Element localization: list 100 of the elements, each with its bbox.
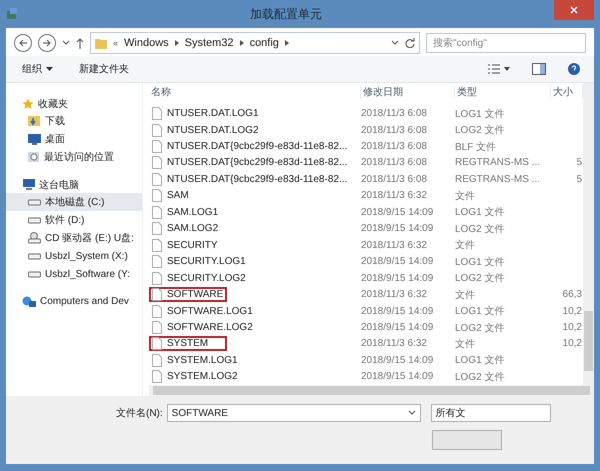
file-icon [152,304,162,318]
file-name-cell[interactable]: SAM.LOG2 [149,221,361,236]
type-cell-text: BLF 文件 [455,140,498,154]
column-header[interactable]: 名称 [149,84,361,99]
highlight-frame[interactable]: SOFTWARE [149,287,227,302]
file-icon [152,107,162,120]
vertical-scrollbar[interactable] [583,83,594,385]
size-cell-text: 10,2 [562,306,583,317]
sidebar-item[interactable]: 本地磁盘 (C:) [6,193,142,211]
file-name-cell[interactable]: NTUSER.DAT{9cbc29f9-e83d-11e8-82... [149,139,361,154]
file-name-cell[interactable]: NTUSER.DAT.LOG1 [149,106,361,122]
file-icon [152,206,162,219]
column-header[interactable]: 类型 [455,84,551,99]
drive-icon [28,216,41,224]
type-cell-text: 文件 [455,238,476,252]
sidebar-item[interactable]: 下载 [6,112,142,130]
up-arrow-icon[interactable] [76,38,84,48]
breadcrumb[interactable]: System32 [184,37,234,49]
date-cell-text: 2018/11/3 6:08 [361,108,428,120]
file-name-cell[interactable]: SYSTEM.LOG1 [149,352,361,368]
recent-icon [28,151,40,163]
file-name-cell[interactable]: SAM.LOG1 [149,204,361,220]
back-arrow-icon [18,39,28,47]
help-icon[interactable] [568,63,580,75]
type-cell-text: LOG2 文件 [455,322,506,335]
file-icon [152,288,162,302]
sidebar-group[interactable]: 收藏夹 [6,95,142,112]
sidebar-item[interactable]: 软件 (D:) [6,211,142,229]
date-cell-text: 2018/9/15 14:09 [361,371,434,382]
chevron-down-icon [408,410,416,416]
file-name-cell[interactable]: NTUSER.DAT{9cbc29f9-e83d-11e8-82... [149,155,361,170]
sidebar-group[interactable]: 这台电脑 [6,176,142,193]
column-header[interactable]: 修改日期 [361,84,455,99]
network-icon [22,296,36,308]
date-cell-text: 2018/9/15 14:09 [361,354,434,366]
file-name-cell[interactable]: SOFTWARE.LOG1 [149,304,361,319]
file-name-cell[interactable]: SYSTEM.LOG2 [149,369,361,384]
type-cell-text: LOG1 文件 [455,256,506,269]
back-button[interactable] [14,34,32,52]
type-cell-text: LOG2 文件 [455,222,506,236]
monitor-icon [28,134,41,144]
horizontal-scrollbar[interactable] [149,385,594,396]
sidebar-item[interactable]: Usbzl_System (X:) [6,247,142,265]
chevron-down-icon [391,40,399,46]
filetype-dropdown[interactable]: 所有文 [430,404,551,422]
file-name-cell[interactable]: NTUSER.DAT.LOG2 [149,122,361,138]
breadcrumb[interactable]: Windows [124,37,169,49]
type-cell-text: REGTRANS-MS ... [455,174,542,185]
size-cell-text: 66,3 [562,289,583,300]
date-cell-text: 2018/9/15 14:09 [361,322,434,334]
organize-menu-button[interactable]: 组织 [20,60,55,78]
date-cell-text: 2018/11/3 6:32 [361,289,428,300]
sidebar-group[interactable]: Computers and Dev [6,293,142,310]
forward-button[interactable] [38,34,56,52]
highlight-frame[interactable]: SYSTEM [149,336,227,352]
folder-icon [95,37,107,49]
file-name-cell[interactable]: SECURITY [149,238,361,253]
date-cell-text: 2018/11/3 6:08 [361,174,428,185]
window-title: 加载配置单元 [249,6,323,22]
filename-field[interactable]: SOFTWARE [166,404,421,422]
overflow-chevron[interactable]: « [113,38,118,48]
date-cell-text: 2018/9/15 14:09 [361,223,434,234]
file-icon [152,124,162,137]
star-icon [22,98,34,110]
date-cell-text: 2018/9/15 14:09 [361,306,434,317]
type-cell-text: LOG1 文件 [455,304,506,318]
sidebar-item[interactable]: CD 驱动器 (E:) U盘: [6,229,142,247]
computer-icon [22,178,35,190]
drive-icon [28,252,41,260]
drive-icon [28,198,41,206]
date-cell-text: 2018/11/3 6:08 [361,141,428,152]
file-icon [152,238,162,252]
refresh-icon[interactable] [405,38,415,48]
file-name-cell[interactable]: SAM [149,188,361,204]
type-cell-text: 文件 [455,288,476,302]
search-field[interactable]: 搜索"config" [426,33,586,53]
close-icon [570,6,578,14]
address-bar[interactable]: « Windows System32 config [90,32,420,54]
type-cell-text: LOG2 文件 [455,370,506,384]
file-icon [152,255,162,268]
sidebar-item[interactable]: Usbzl_Software (Y: [6,265,142,283]
file-icon [152,321,162,334]
file-name-cell[interactable]: SOFTWARE.LOG2 [149,320,361,336]
view-list-icon[interactable] [488,64,510,74]
sidebar-item[interactable]: 最近访问的位置 [6,148,142,166]
preview-pane-icon[interactable] [532,63,546,75]
type-cell-text: LOG1 文件 [455,108,506,121]
type-cell-text: LOG1 文件 [455,206,506,220]
file-name-cell[interactable]: NTUSER.DAT{9cbc29f9-e83d-11e8-82... [149,172,361,187]
new-folder-button[interactable]: 新建文件夹 [77,60,131,78]
breadcrumb[interactable]: config [250,37,279,49]
type-cell-text: LOG2 文件 [455,272,506,286]
type-cell-text: 文件 [455,190,476,203]
file-name-cell[interactable]: SECURITY.LOG1 [149,254,361,270]
file-name-cell[interactable]: SECURITY.LOG2 [149,270,361,286]
type-cell-text: LOG2 文件 [455,124,506,138]
breadcrumb-arrow-icon [174,40,179,46]
sidebar-item[interactable]: 桌面 [6,130,142,148]
type-cell-text: LOG1 文件 [455,354,506,368]
file-icon [152,272,162,285]
